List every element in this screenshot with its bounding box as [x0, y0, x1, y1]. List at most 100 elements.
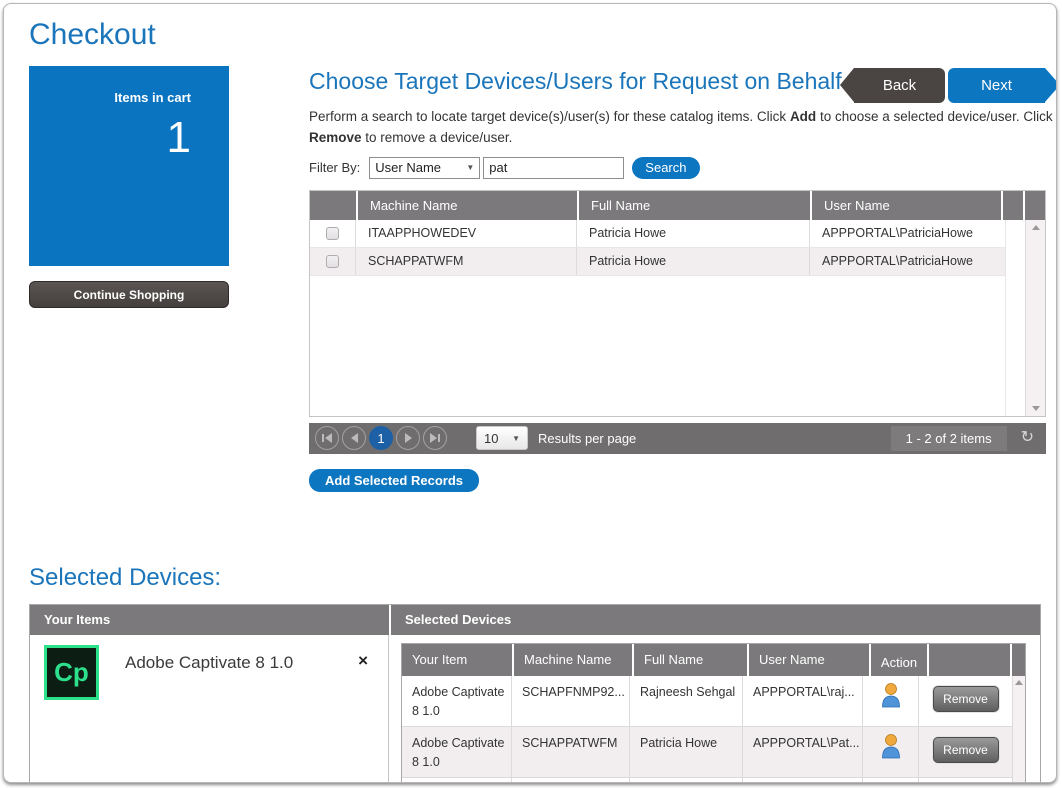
last-page-icon [438, 434, 440, 442]
results-table: Machine Name Full Name User Name ITAAPPH… [309, 190, 1046, 417]
results-range-label: 1 - 2 of 2 items [891, 426, 1007, 451]
selected-devices-rows: Adobe Captivate 8 1.0 SCHAPFNMP92... Raj… [402, 676, 1012, 783]
page-size-value: 10 [484, 431, 512, 446]
adobe-captivate-icon: Cp [44, 645, 99, 700]
close-icon[interactable]: × [358, 651, 368, 671]
page-size-select[interactable]: 10 ▼ [476, 426, 528, 450]
first-page-icon [322, 434, 324, 442]
scroll-down-icon[interactable] [1032, 406, 1040, 411]
cart-count: 1 [29, 113, 191, 163]
pagination-bar: 1 10 ▼ Results per page 1 - 2 of 2 items… [309, 423, 1046, 454]
previous-page-icon [351, 433, 358, 443]
continue-shopping-button[interactable]: Continue Shopping [29, 281, 229, 308]
first-page-button[interactable] [315, 426, 339, 450]
remove-column-header [929, 644, 1010, 676]
selected-devices-heading: Selected Devices: [29, 564, 1056, 592]
next-page-icon [405, 433, 412, 443]
instructions-add-keyword: Add [790, 109, 816, 124]
cart-label: Items in cart [29, 90, 191, 105]
cart-summary: Items in cart 1 [29, 66, 229, 266]
user-name-column-header[interactable]: User Name [749, 644, 869, 676]
instructions-remove-keyword: Remove [309, 130, 362, 145]
user-icon [880, 682, 902, 708]
instructions-part: to choose a selected device/user. Click [816, 109, 1052, 124]
your-item-cell: Adobe Captivate 8 1.0 [402, 727, 512, 777]
checkout-page: Checkout Items in cart 1 Continue Shoppi… [3, 3, 1057, 783]
remove-button[interactable]: Remove [933, 686, 999, 712]
action-column-header: Action [871, 644, 927, 676]
refresh-icon[interactable]: ↻ [1021, 430, 1034, 446]
cart-item-name: Adobe Captivate 8 1.0 [125, 653, 358, 673]
table-row[interactable]: SCHAPPATWFM Patricia Howe APPPORTAL\Patr… [310, 248, 1005, 276]
full-name-column-header[interactable]: Full Name [579, 191, 810, 220]
search-input[interactable] [483, 157, 624, 179]
search-button[interactable]: Search [632, 157, 699, 179]
machine-name-cell: SCHAPPATWFM [512, 727, 630, 777]
results-per-page-label: Results per page [538, 431, 636, 446]
machine-name-column-header[interactable]: Machine Name [358, 191, 577, 220]
devices-scrollbar[interactable] [1012, 676, 1025, 783]
selected-devices-panel: Your Items Selected Devices Cp Adobe Cap… [29, 604, 1041, 783]
machine-name-cell: SCHAPFNMP92... [512, 676, 630, 726]
filter-by-label: Filter By: [309, 160, 360, 175]
back-button[interactable]: Back [854, 68, 945, 103]
instructions-text: Perform a search to locate target device… [309, 107, 1054, 149]
last-page-button[interactable] [423, 426, 447, 450]
request-section: Choose Target Devices/Users for Request … [309, 66, 1057, 492]
next-button-label: Next [981, 77, 1012, 94]
filter-by-select[interactable]: User Name ▼ [369, 157, 480, 179]
user-name-cell: APPPORTAL\Pat... [743, 727, 863, 777]
next-page-button[interactable] [396, 426, 420, 450]
request-heading: Choose Target Devices/Users for Request … [309, 66, 849, 97]
instructions-part: to remove a device/user. [362, 130, 513, 145]
page-number-button[interactable]: 1 [369, 426, 393, 450]
full-name-cell: Patricia Howe [577, 248, 810, 275]
wizard-nav: Back Next [840, 68, 1057, 103]
your-item-column-header[interactable]: Your Item [402, 644, 512, 676]
user-name-column-header[interactable]: User Name [812, 191, 1001, 220]
previous-page-button[interactable] [342, 426, 366, 450]
scroll-up-icon[interactable] [1015, 680, 1023, 685]
back-button-label: Back [883, 77, 916, 94]
scroll-up-icon[interactable] [1032, 225, 1040, 230]
machine-name-column-header[interactable]: Machine Name [514, 644, 632, 676]
spacer-column-header [1003, 191, 1023, 220]
results-rows: ITAAPPHOWEDEV Patricia Howe APPPORTAL\Pa… [310, 220, 1005, 416]
chevron-down-icon: ▼ [466, 163, 474, 172]
select-column-header [310, 191, 356, 220]
add-selected-records-button[interactable]: Add Selected Records [309, 469, 479, 492]
row-checkbox[interactable] [326, 227, 339, 240]
next-button[interactable]: Next [948, 68, 1045, 103]
first-page-icon [325, 433, 332, 443]
selected-devices-table: Your Item Machine Name Full Name User Na… [401, 643, 1026, 783]
table-row[interactable]: ITAAPPHOWEDEV Patricia Howe APPPORTAL\Pa… [310, 220, 1005, 248]
results-scrollbar[interactable] [1025, 220, 1045, 416]
filter-row: Filter By: User Name ▼ Search [309, 157, 1054, 179]
your-item-cell: Adobe Captivate 8 1.0 [402, 676, 512, 726]
full-name-cell: Patricia Howe [577, 220, 810, 247]
user-name-cell: APPPORTAL\PatriciaHowe [810, 220, 1005, 247]
selected-devices-table-panel: Your Item Machine Name Full Name User Na… [389, 635, 1040, 783]
row-checkbox[interactable] [326, 255, 339, 268]
machine-name-cell: SCHAPPATWFM [356, 248, 577, 275]
full-name-column-header[interactable]: Full Name [634, 644, 747, 676]
filter-by-selected-option: User Name [375, 160, 466, 175]
spacer-column [1005, 220, 1025, 416]
full-name-cell: Rajneesh Sehgal [630, 676, 743, 726]
scrollbar-column-header [1012, 644, 1025, 676]
user-icon [880, 733, 902, 759]
remove-button[interactable]: Remove [933, 737, 999, 763]
table-row [402, 778, 1012, 783]
top-row: Items in cart 1 Continue Shopping Choose… [29, 66, 1056, 492]
user-name-cell: APPPORTAL\raj... [743, 676, 863, 726]
results-table-header: Machine Name Full Name User Name [310, 191, 1045, 220]
table-row: Adobe Captivate 8 1.0 SCHAPFNMP92... Raj… [402, 676, 1012, 727]
cart-column: Items in cart 1 Continue Shopping [29, 66, 229, 492]
machine-name-cell: ITAAPPHOWEDEV [356, 220, 577, 247]
selected-devices-panel-header: Selected Devices [391, 605, 1040, 635]
your-items-header: Your Items [30, 605, 389, 635]
page-title: Checkout [29, 18, 1056, 52]
cart-item: Cp Adobe Captivate 8 1.0 × [44, 645, 374, 700]
action-cell [863, 727, 919, 777]
scrollbar-column-header [1025, 191, 1045, 220]
